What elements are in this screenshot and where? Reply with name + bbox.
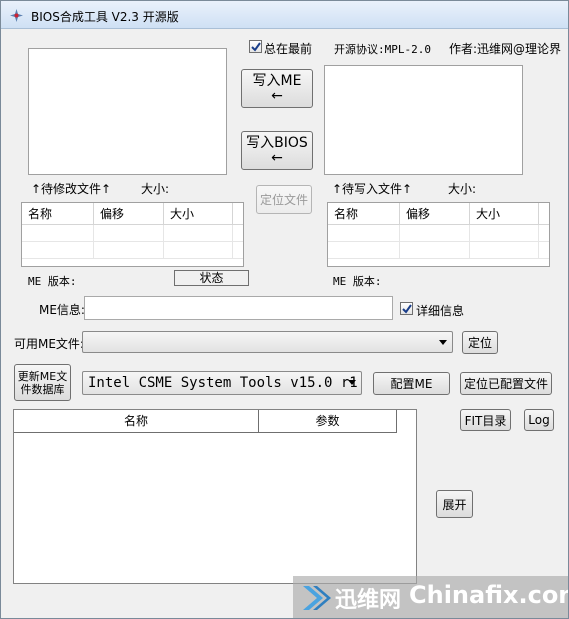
column-header-offset: 偏移 — [400, 203, 470, 224]
column-header-size: 大小 — [164, 203, 233, 224]
locate-button[interactable]: 定位 — [462, 331, 498, 354]
title-bar: BIOS合成工具 V2.3 开源版 — [1, 1, 568, 29]
update-db-label-line2: 件数据库 — [20, 382, 65, 396]
target-regions-grid[interactable]: 名称 偏移 大小 — [327, 202, 550, 267]
source-file-panel[interactable] — [28, 48, 227, 175]
write-me-button[interactable]: 写入ME ← — [241, 69, 313, 108]
fit-directory-button[interactable]: FIT目录 — [460, 409, 511, 431]
me-info-label: ME信息: — [39, 303, 85, 317]
column-header-name: 名称 — [14, 410, 259, 433]
write-me-label: 写入ME — [252, 72, 302, 89]
checkmark-icon — [251, 42, 261, 52]
arrow-left-icon: ← — [271, 149, 283, 166]
source-size-label: 大小: — [141, 182, 170, 196]
always-on-top-label: 总在最前 — [264, 42, 313, 56]
window-title: BIOS合成工具 V2.3 开源版 — [31, 10, 179, 24]
source-me-version-label: ME 版本: — [28, 275, 77, 288]
grid-header: 名称 偏移 大小 — [22, 203, 243, 225]
table-row — [22, 242, 243, 259]
params-table-header: 名称 参数 — [14, 410, 416, 433]
chevron-down-icon — [348, 380, 356, 385]
detail-info-checkbox[interactable] — [400, 302, 413, 315]
source-file-label: ↑待修改文件↑ — [31, 182, 112, 196]
target-file-label: ↑待写入文件↑ — [332, 182, 413, 196]
column-header-params: 参数 — [259, 410, 397, 433]
arrow-left-icon: ← — [271, 87, 283, 104]
watermark: 迅维网 Chinafix.com — [293, 576, 569, 618]
watermark-cn-text: 迅维网 — [335, 588, 402, 613]
write-bios-button[interactable]: 写入BIOS ← — [241, 131, 313, 170]
update-me-database-button[interactable]: 更新ME文 件数据库 — [14, 364, 71, 401]
target-file-panel[interactable] — [324, 65, 523, 175]
tool-version-value: Intel CSME System Tools v15.0 r1 — [88, 375, 358, 391]
target-size-label: 大小: — [448, 182, 477, 196]
write-bios-label: 写入BIOS — [246, 134, 308, 151]
update-db-label-line1: 更新ME文 — [17, 369, 68, 383]
table-row — [22, 225, 243, 242]
app-window: BIOS合成工具 V2.3 开源版 总在最前 开源协议:MPL-2.0 作者:迅… — [0, 0, 569, 619]
expand-button[interactable]: 展开 — [436, 490, 473, 518]
me-info-field[interactable] — [84, 296, 393, 320]
tool-version-select[interactable]: Intel CSME System Tools v15.0 r1 — [82, 371, 362, 395]
always-on-top-checkbox[interactable] — [249, 40, 262, 53]
log-button[interactable]: Log — [524, 409, 554, 431]
detail-info-label: 详细信息 — [416, 304, 465, 318]
source-regions-grid[interactable]: 名称 偏移 大小 — [21, 202, 244, 267]
column-header-offset: 偏移 — [94, 203, 164, 224]
chinafix-logo-icon — [303, 586, 331, 610]
table-row — [328, 242, 549, 259]
config-me-button[interactable]: 配置ME — [373, 372, 450, 395]
column-header-name: 名称 — [22, 203, 94, 224]
chevron-down-icon — [439, 340, 447, 345]
table-row — [328, 225, 549, 242]
author-text: 作者:迅维网@理论界 — [449, 42, 562, 56]
available-me-label: 可用ME文件: — [14, 337, 84, 351]
locate-file-button[interactable]: 定位文件 — [256, 185, 312, 214]
locate-config-file-button[interactable]: 定位已配置文件 — [460, 372, 552, 395]
status-box: 状态 — [174, 270, 249, 286]
grid-header: 名称 偏移 大小 — [328, 203, 549, 225]
column-header-size: 大小 — [470, 203, 539, 224]
checkmark-icon — [402, 304, 412, 314]
watermark-en-text: Chinafix.com — [409, 581, 569, 609]
params-table[interactable]: 名称 参数 — [13, 409, 417, 584]
available-me-select[interactable] — [82, 331, 453, 353]
license-text: 开源协议:MPL-2.0 — [334, 43, 431, 56]
app-icon — [10, 9, 23, 22]
target-me-version-label: ME 版本: — [333, 275, 382, 288]
column-header-name: 名称 — [328, 203, 400, 224]
